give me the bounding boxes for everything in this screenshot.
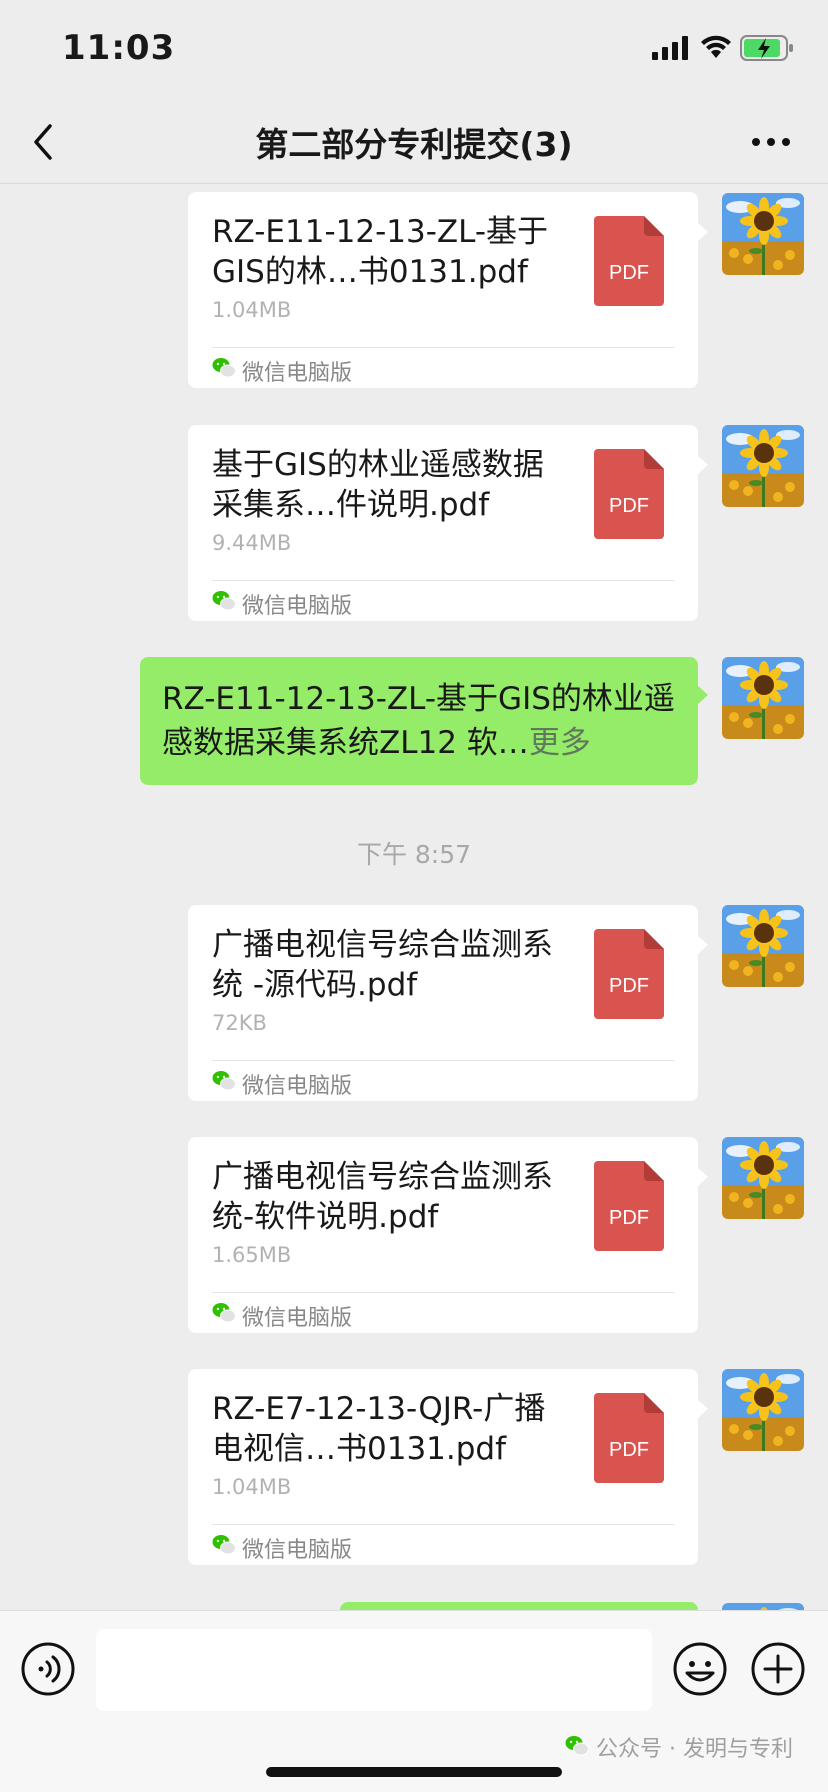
wechat-icon: [212, 1070, 236, 1092]
avatar-sunflower[interactable]: [722, 1369, 804, 1451]
source-label: 微信电脑版: [242, 1538, 353, 1563]
pdf-icon-label: PDF: [609, 1439, 649, 1461]
card-divider: [212, 1060, 674, 1061]
pdf-icon-label: PDF: [609, 1207, 649, 1229]
battery-charging-icon: [740, 35, 793, 61]
pdf-icon-label: PDF: [609, 975, 649, 997]
pdf-file-icon: PDF: [594, 449, 664, 539]
time-separator: 下午 8:57: [356, 840, 472, 869]
file-size: 9.44MB: [212, 531, 292, 555]
bubble-tail: [697, 455, 708, 475]
file-message[interactable]: 广播电视信号综合监测系统 -源代码.pdf 72KB PDF 微信电脑版: [188, 905, 708, 1101]
wechat-icon: [212, 590, 236, 612]
watermark: 公众号 · 发明与专利: [596, 1737, 793, 1762]
text-message-bubble-partial[interactable]: [340, 1602, 698, 1610]
source-label: 微信电脑版: [242, 1306, 353, 1331]
pdf-icon-label: PDF: [609, 495, 649, 517]
bubble-tail: [697, 222, 708, 242]
chat-title: 第二部分专利提交(3): [255, 125, 573, 164]
bubble-tail: [697, 935, 708, 955]
file-size: 1.04MB: [212, 298, 292, 322]
source-label: 微信电脑版: [242, 594, 353, 619]
avatar-sunflower[interactable]: [722, 1137, 804, 1219]
home-indicator[interactable]: [266, 1767, 562, 1777]
pdf-file-icon: PDF: [594, 216, 664, 306]
pdf-file-icon: PDF: [594, 929, 664, 1019]
card-divider: [212, 580, 674, 581]
file-name: 广播电视信号综合监测系统-软件说明.pdf: [212, 1159, 553, 1235]
nav-bar: 第二部分专利提交(3): [0, 100, 828, 184]
file-message[interactable]: RZ-E11-12-13-ZL-基于GIS的林…书0131.pdf 1.04MB…: [188, 192, 708, 388]
card-divider: [212, 1524, 674, 1525]
bubble-tail: [697, 1399, 708, 1419]
more-options-icon[interactable]: [750, 136, 792, 148]
pdf-icon-label: PDF: [609, 262, 649, 284]
message-text: RZ-E11-12-13-ZL-基于GIS的林业遥感数据采集系统ZL12 软…: [162, 681, 675, 761]
text-message-bubble[interactable]: RZ-E11-12-13-ZL-基于GIS的林业遥感数据采集系统ZL12 软…更…: [140, 657, 708, 785]
avatar-sunflower[interactable]: [722, 657, 804, 739]
cellular-signal-icon: [652, 36, 688, 60]
avatar-sunflower[interactable]: [722, 1603, 804, 1610]
wechat-icon: [212, 1534, 236, 1556]
chat-message-list[interactable]: RZ-E11-12-13-ZL-基于GIS的林…书0131.pdf 1.04MB…: [0, 185, 828, 1610]
file-message[interactable]: 基于GIS的林业遥感数据采集系…件说明.pdf 9.44MB PDF 微信电脑版: [188, 425, 708, 621]
card-divider: [212, 347, 674, 348]
file-name: 广播电视信号综合监测系统 -源代码.pdf: [212, 927, 553, 1003]
file-message[interactable]: 广播电视信号综合监测系统-软件说明.pdf 1.65MB PDF 微信电脑版: [188, 1137, 708, 1333]
file-name: RZ-E7-12-13-QJR-广播电视信…书0131.pdf: [212, 1391, 546, 1467]
avatar-sunflower[interactable]: [722, 425, 804, 507]
status-time: 11:03: [62, 28, 176, 68]
wechat-icon: [212, 1302, 236, 1324]
file-name: RZ-E11-12-13-ZL-基于GIS的林…书0131.pdf: [212, 214, 549, 290]
wechat-official-account-icon: [564, 1735, 590, 1757]
file-message[interactable]: RZ-E7-12-13-QJR-广播电视信…书0131.pdf 1.04MB P…: [188, 1369, 708, 1565]
pdf-file-icon: PDF: [594, 1393, 664, 1483]
plus-icon[interactable]: [750, 1641, 806, 1697]
pdf-file-icon: PDF: [594, 1161, 664, 1251]
status-bar: 11:03: [0, 0, 828, 100]
source-label: 微信电脑版: [242, 361, 353, 386]
bubble-tail: [697, 685, 708, 705]
file-size: 1.65MB: [212, 1243, 292, 1267]
file-size: 1.04MB: [212, 1475, 292, 1499]
wechat-icon: [212, 357, 236, 379]
message-input[interactable]: [96, 1629, 652, 1711]
avatar-sunflower[interactable]: [722, 905, 804, 987]
card-divider: [212, 1292, 674, 1293]
file-name: 基于GIS的林业遥感数据采集系…件说明.pdf: [212, 447, 544, 523]
bubble-tail: [697, 1167, 708, 1187]
input-bar: 公众号 · 发明与专利: [0, 1610, 828, 1792]
voice-input-icon[interactable]: [20, 1641, 76, 1697]
emoji-icon[interactable]: [672, 1641, 728, 1697]
file-size: 72KB: [212, 1011, 267, 1035]
wifi-icon: [701, 35, 731, 58]
more-link[interactable]: 更多: [529, 725, 591, 761]
source-label: 微信电脑版: [242, 1074, 353, 1099]
avatar-sunflower[interactable]: [722, 193, 804, 275]
